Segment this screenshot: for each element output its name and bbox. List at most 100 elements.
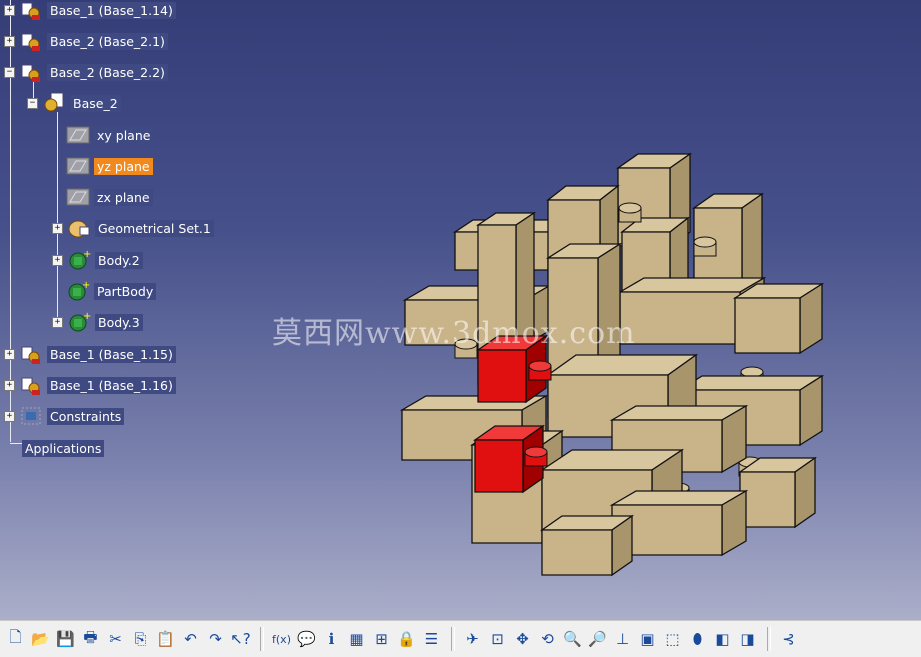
tree-button[interactable]: ⊞ <box>370 628 393 651</box>
new-icon: 🗋 <box>9 627 22 646</box>
tree-node-label[interactable]: Body.3 <box>95 313 143 331</box>
tree-node-label[interactable]: Body.2 <box>95 251 143 269</box>
tree-node[interactable]: − Base_2 (Base_2.2) <box>4 61 168 83</box>
expand-icon[interactable]: + <box>4 4 15 16</box>
formula-button[interactable]: f(x) <box>270 628 293 651</box>
tree-node-label[interactable]: PartBody <box>94 282 157 300</box>
product-icon <box>19 61 43 83</box>
expand-icon[interactable]: + <box>4 379 15 391</box>
watermark-text: 莫西网www.3dmox.com <box>272 316 636 351</box>
product-icon <box>19 343 43 365</box>
tree-node[interactable]: yz plane <box>52 155 153 177</box>
formula-icon: f(x) <box>272 632 291 646</box>
lock-icon: 🔒 <box>397 630 416 648</box>
tree-node-label[interactable]: Base_1 (Base_1.15) <box>47 345 176 363</box>
normal-view-icon: ⊥ <box>615 630 630 648</box>
tree-node[interactable]: + Geometrical Set.1 <box>52 217 214 239</box>
print-icon: 🖶 <box>83 627 98 646</box>
peg <box>524 446 548 467</box>
collapse-icon[interactable]: − <box>27 97 38 109</box>
expand-icon[interactable]: + <box>52 222 63 234</box>
comment-button[interactable]: 💬 <box>295 628 318 651</box>
print-button[interactable]: 🖶 <box>79 628 102 651</box>
3d-viewport[interactable]: + Base_1 (Base_1.14) + Base_2 (Base_2.1) − Ba… <box>0 0 921 620</box>
toolbar-separator <box>260 627 264 651</box>
tree-node-label[interactable]: Geometrical Set.1 <box>95 219 214 237</box>
hide-show-button[interactable]: ◧ <box>711 628 734 651</box>
cut-icon: ✂ <box>109 630 122 648</box>
swap-visible-button[interactable]: ◨ <box>736 628 759 651</box>
tree-node-label[interactable]: Applications <box>22 439 105 457</box>
product-icon <box>19 374 43 396</box>
open-icon: 📂 <box>31 630 50 648</box>
tree-node-label[interactable]: Base_1 (Base_1.14) <box>47 1 176 19</box>
tree-node-label[interactable]: Base_2 (Base_2.2) <box>47 63 168 81</box>
paste-button[interactable]: 📋 <box>154 628 177 651</box>
wood-block[interactable] <box>732 282 825 355</box>
product-icon <box>19 0 43 21</box>
expand-icon[interactable]: + <box>4 35 15 47</box>
analysis-button[interactable]: ⊰ <box>777 628 800 651</box>
table-icon: ▦ <box>349 630 364 648</box>
tree-node-label[interactable]: zx plane <box>94 188 153 206</box>
expand-icon[interactable]: + <box>4 410 15 422</box>
save-button[interactable]: 💾 <box>54 628 77 651</box>
tree-node[interactable]: + + Body.2 <box>52 249 143 271</box>
fly-button[interactable]: ✈ <box>461 628 484 651</box>
multi-view-button[interactable]: ▣ <box>636 628 659 651</box>
collapse-icon[interactable]: − <box>4 66 15 78</box>
tree-node-label[interactable]: Constraints <box>47 407 125 425</box>
expand-icon[interactable]: + <box>52 254 63 266</box>
fit-all-button[interactable]: ⊡ <box>486 628 509 651</box>
expand-icon[interactable]: + <box>52 316 63 328</box>
rotate-icon: ⟲ <box>541 630 554 648</box>
tree-node[interactable]: + PartBody <box>52 280 157 302</box>
list-button[interactable]: ☰ <box>420 628 443 651</box>
plane-icon <box>66 155 90 177</box>
tree-node[interactable]: Applications <box>4 437 105 459</box>
expand-icon[interactable]: + <box>4 348 15 360</box>
new-button[interactable]: 🗋 <box>4 628 27 651</box>
tree-node-label[interactable]: Base_2 (Base_2.1) <box>47 32 168 50</box>
open-button[interactable]: 📂 <box>29 628 52 651</box>
svg-text:+: + <box>83 249 91 260</box>
tree-node[interactable]: + Base_1 (Base_1.15) <box>4 343 176 365</box>
wood-block[interactable] <box>539 514 635 577</box>
tree-node[interactable]: + Constraints <box>4 405 125 427</box>
lock-button[interactable]: 🔒 <box>395 628 418 651</box>
toolbar-separator <box>451 627 455 651</box>
normal-view-button[interactable]: ⊥ <box>611 628 634 651</box>
table-button[interactable]: ▦ <box>345 628 368 651</box>
copy-button[interactable]: ⎘ <box>129 628 152 651</box>
tree-node[interactable]: + + Body.3 <box>52 311 143 333</box>
hide-show-icon: ◧ <box>715 630 730 648</box>
rotate-button[interactable]: ⟲ <box>536 628 559 651</box>
cut-button[interactable]: ✂ <box>104 628 127 651</box>
pan-button[interactable]: ✥ <box>511 628 534 651</box>
geoset-icon <box>67 217 91 239</box>
tree-node[interactable]: zx plane <box>52 186 153 208</box>
tree-node[interactable]: + Base_1 (Base_1.16) <box>4 374 176 396</box>
product-icon <box>19 30 43 52</box>
whats-this-button[interactable]: ↖? <box>229 628 252 651</box>
redo-button[interactable]: ↷ <box>204 628 227 651</box>
save-icon: 💾 <box>56 630 75 648</box>
undo-button[interactable]: ↶ <box>179 628 202 651</box>
iso-view-button[interactable]: ⬚ <box>661 628 684 651</box>
knowledge-button[interactable]: ℹ <box>320 628 343 651</box>
tree-node[interactable]: + Base_1 (Base_1.14) <box>4 0 176 21</box>
tree-node[interactable]: + Base_2 (Base_2.1) <box>4 30 168 52</box>
zoom-out-button[interactable]: 🔎 <box>586 628 609 651</box>
tree-node-label[interactable]: Base_1 (Base_1.16) <box>47 376 176 394</box>
tree-node-label[interactable]: Base_2 <box>70 94 121 112</box>
tree-node[interactable]: − Base_2 <box>27 92 121 114</box>
wood-block[interactable] <box>737 456 818 529</box>
shading-button[interactable]: ⬮ <box>686 628 709 651</box>
constraints-icon <box>19 405 43 427</box>
tree-node-label[interactable]: yz plane <box>94 157 153 175</box>
tree-icon: ⊞ <box>375 630 388 648</box>
list-icon: ☰ <box>424 630 439 648</box>
tree-node[interactable]: xy plane <box>52 124 154 146</box>
zoom-in-button[interactable]: 🔍 <box>561 628 584 651</box>
tree-node-label[interactable]: xy plane <box>94 126 154 144</box>
